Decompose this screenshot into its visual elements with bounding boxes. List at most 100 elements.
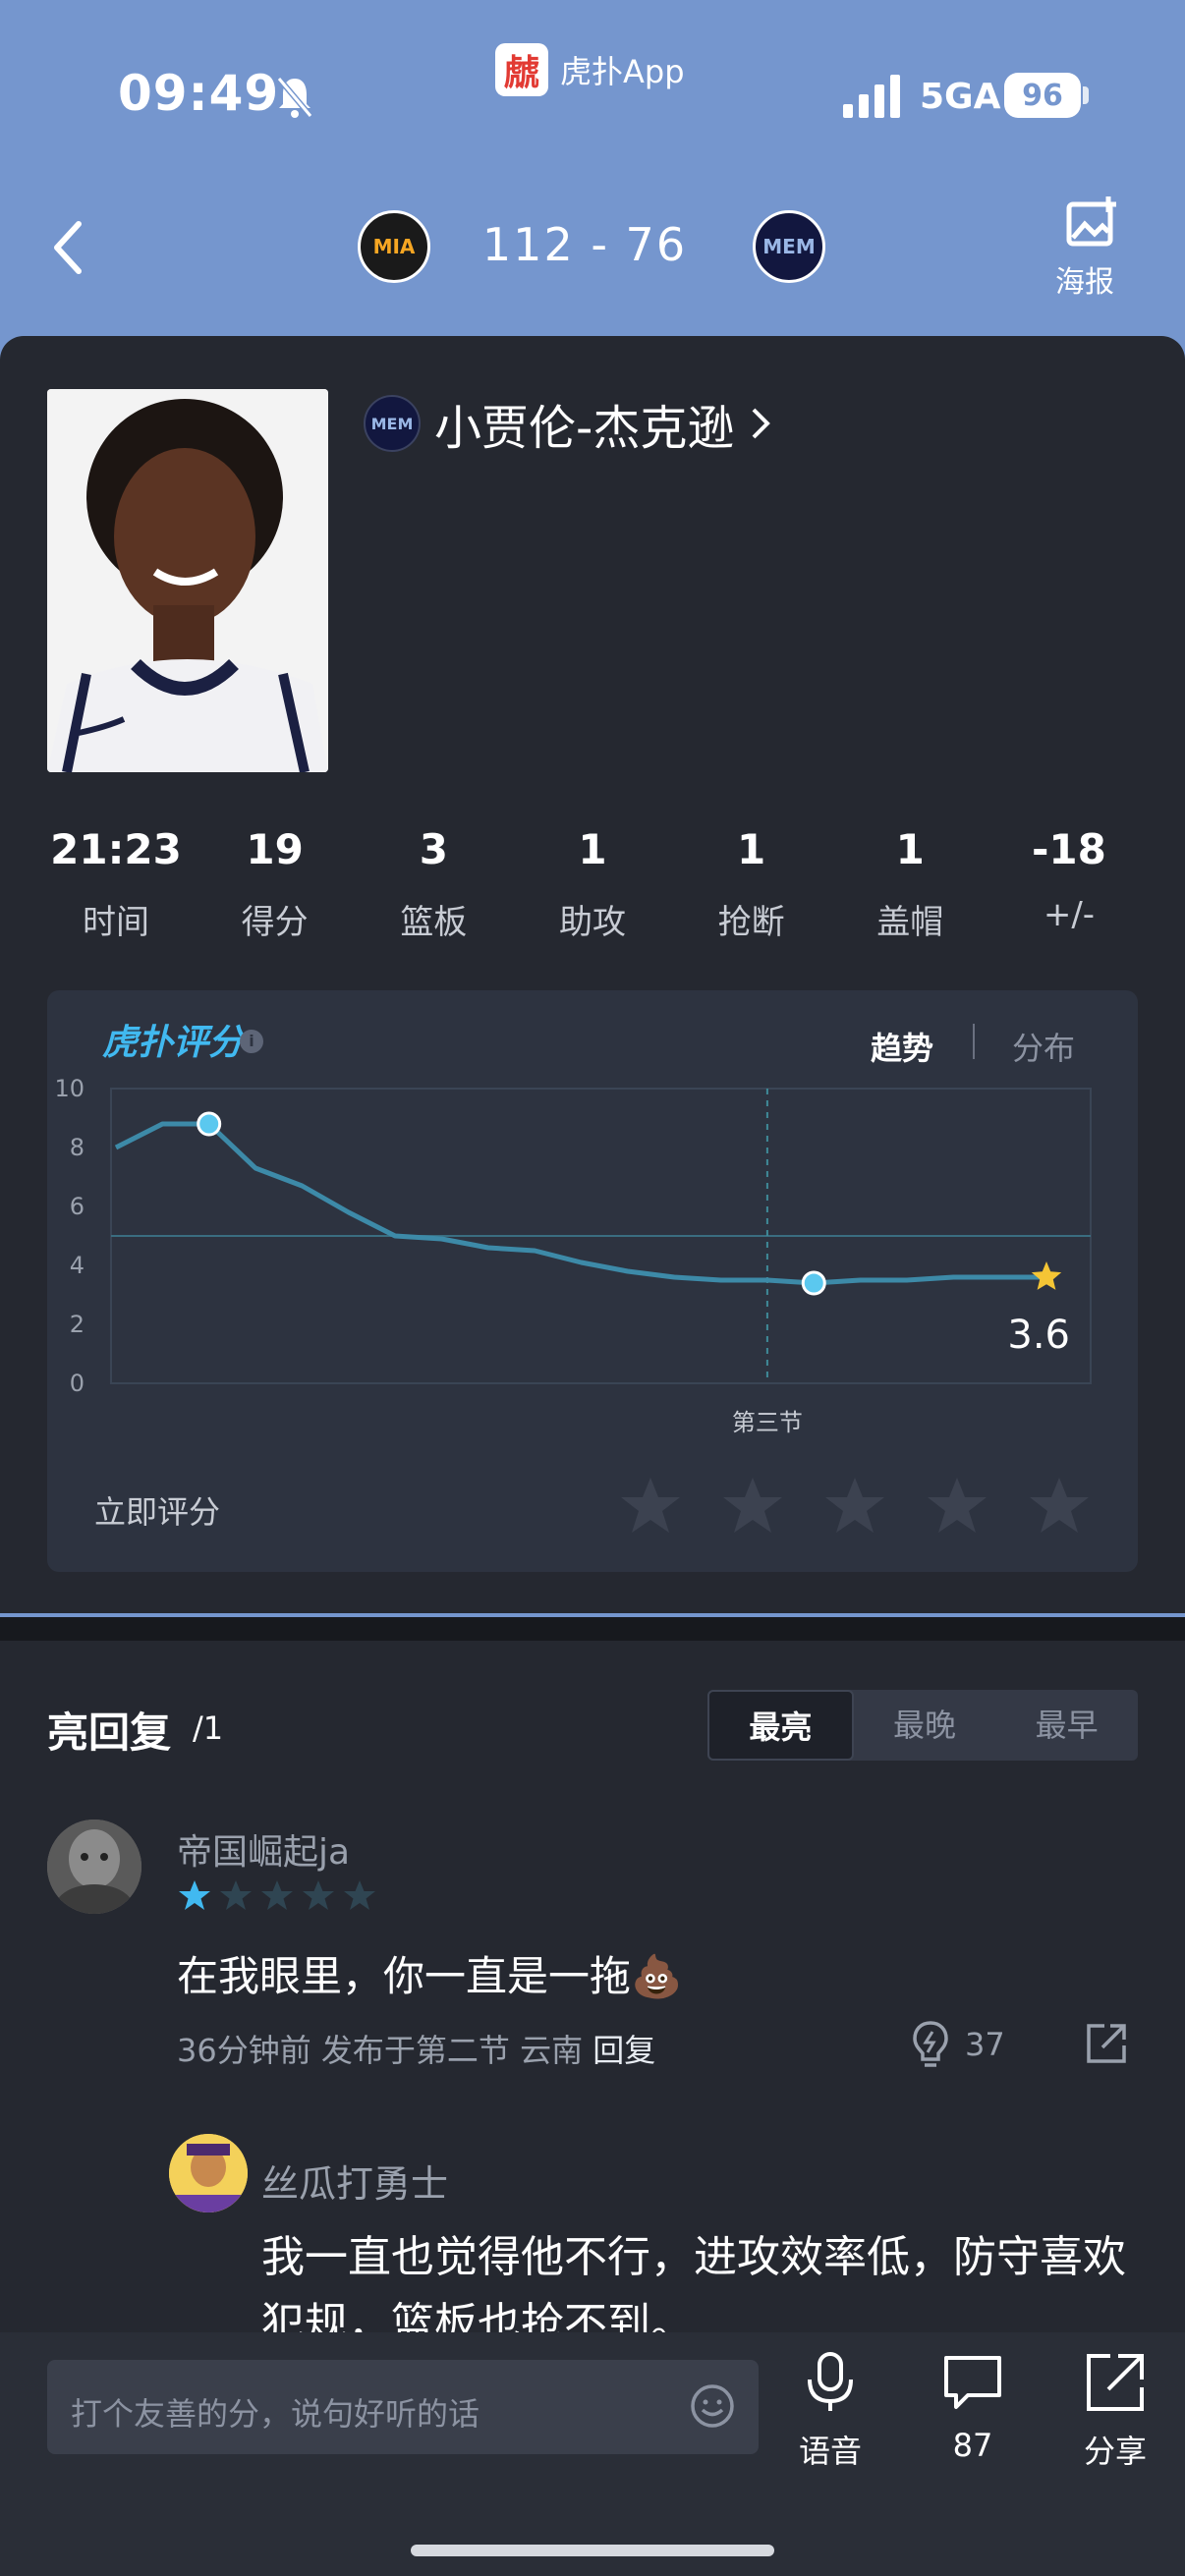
y-tick-label: 6 (70, 1193, 85, 1220)
user-level-stars (177, 1878, 377, 1914)
share-label: 分享 (1083, 2433, 1147, 2470)
highlight-point (801, 1270, 826, 1296)
voice-button[interactable]: 语音 (776, 2350, 884, 2472)
comment-meta-text: 36分钟前 发布于第二节 云南 (177, 2032, 584, 2069)
rate-star-4-icon[interactable] (926, 1474, 988, 1537)
stat-assists: 1 助攻 (524, 825, 661, 943)
light-bulb-icon[interactable] (910, 2020, 951, 2069)
like-count: 37 (965, 2026, 1005, 2063)
sort-earliest[interactable]: 最早 (995, 1690, 1138, 1761)
y-tick-label: 0 (70, 1370, 85, 1397)
stat-label: 篮板 (400, 903, 468, 942)
stat-label: 盖帽 (876, 903, 944, 942)
share-icon (1087, 2354, 1144, 2411)
current-rating-star-icon (1031, 1261, 1062, 1290)
comment-text: 在我眼里，你一直是一拖💩 (177, 1952, 683, 2000)
app-name: 虎扑App (560, 53, 685, 90)
stats-row: 21:23 时间 19 得分 3 篮板 1 助攻 1 抢断 1 盖帽 -18 +/- (47, 825, 1138, 943)
comment-bubble-icon (944, 2356, 1001, 2409)
player-name-link[interactable]: MEM 小贾伦-杰克逊 (364, 389, 773, 458)
poster-label[interactable]: 海报 (1055, 257, 1114, 301)
rating-logo: 虎扑评分 (102, 1023, 245, 1063)
info-icon[interactable]: i (240, 1030, 263, 1053)
stat-label: 时间 (83, 903, 149, 942)
level-star-empty-icon (220, 1880, 252, 1910)
reply-link[interactable]: 回复 (592, 2032, 655, 2069)
section-divider (0, 1617, 1185, 1641)
status-time: 09:49 (118, 65, 280, 122)
level-star-empty-icon (344, 1880, 375, 1910)
comment-username[interactable]: 帝国崛起ja (177, 1823, 350, 1875)
poster-image-icon[interactable] (1063, 195, 1122, 250)
comment-input-placeholder[interactable]: 打个友善的分，说句好听的话 (71, 2389, 480, 2435)
hupu-logo-icon: 虤 (495, 43, 548, 96)
reply-username[interactable]: 丝瓜打勇士 (261, 2154, 448, 2208)
rate-stars[interactable] (619, 1474, 1091, 1537)
tab-distribution[interactable]: 分布 (1012, 1024, 1075, 1069)
comments-title: 亮回复 (47, 1708, 172, 1757)
rate-now-label: 立即评分 (94, 1493, 221, 1531)
share-external-icon[interactable] (1085, 2022, 1128, 2065)
emoji-icon[interactable] (688, 2381, 737, 2431)
stat-value: 1 (895, 825, 925, 873)
sort-latest[interactable]: 最晚 (854, 1690, 996, 1761)
trend-line (114, 1121, 1046, 1286)
stat-value: 1 (578, 825, 607, 873)
stat-plus-minus: -18 +/- (1000, 825, 1138, 943)
voice-label: 语音 (798, 2433, 862, 2470)
stat-value: 1 (737, 825, 766, 873)
home-team-logo[interactable]: MIA (358, 210, 430, 283)
stat-value: 19 (246, 825, 304, 873)
back-arrow-icon[interactable] (49, 218, 88, 277)
player-photo (47, 389, 328, 772)
reply-count: 87 (952, 2427, 993, 2464)
tab-separator (973, 1024, 975, 1059)
signal-icon (843, 75, 900, 118)
network-type: 5GA (920, 77, 1001, 117)
away-team-logo[interactable]: MEM (753, 210, 825, 283)
level-star-empty-icon (303, 1880, 334, 1910)
rate-star-1-icon[interactable] (619, 1474, 682, 1537)
stat-label: 抢断 (717, 903, 785, 942)
y-tick-label: 4 (70, 1252, 85, 1279)
level-star-filled-icon (179, 1880, 210, 1910)
period-marker-label: 第三节 (732, 1409, 803, 1436)
rate-star-3-icon[interactable] (823, 1474, 886, 1537)
y-tick-label: 8 (70, 1134, 85, 1161)
bell-muted-icon (276, 77, 313, 118)
player-name: 小贾伦-杰克逊 (434, 401, 735, 456)
current-rating-value: 3.6 (1007, 1313, 1070, 1358)
stat-value: 3 (419, 825, 448, 873)
stat-value: 21:23 (50, 825, 182, 873)
sort-brightest[interactable]: 最亮 (707, 1690, 854, 1761)
stat-rebounds: 3 篮板 (365, 825, 502, 943)
tab-trend[interactable]: 趋势 (871, 1024, 933, 1069)
player-team-logo: MEM (364, 395, 421, 452)
home-indicator (411, 2545, 774, 2556)
rate-star-5-icon[interactable] (1028, 1474, 1091, 1537)
comment-meta: 36分钟前 发布于第二节 云南 回复 (177, 2026, 655, 2071)
y-tick-label: 2 (70, 1311, 85, 1338)
sort-segmented-control: 最亮 最晚 最早 (707, 1690, 1138, 1761)
stat-label: 得分 (241, 903, 309, 942)
stat-points: 19 得分 (206, 825, 344, 943)
stat-value: -18 (1031, 825, 1106, 873)
battery-tip (1083, 86, 1089, 104)
share-button[interactable]: 分享 (1061, 2350, 1169, 2472)
stat-minutes: 21:23 时间 (47, 825, 185, 943)
stat-label: +/- (1043, 895, 1096, 934)
y-tick-label: 10 (54, 1075, 85, 1102)
chevron-right-icon (752, 408, 771, 439)
app-badge: 虤 虎扑App (495, 43, 685, 96)
microphone-icon (808, 2352, 853, 2411)
stat-steals: 1 抢断 (683, 825, 820, 943)
highlight-point (197, 1111, 222, 1137)
rate-star-2-icon[interactable] (721, 1474, 784, 1537)
stat-blocks: 1 盖帽 (841, 825, 979, 943)
avatar[interactable] (47, 1820, 141, 1914)
reply-count-button[interactable]: 87 (919, 2350, 1027, 2464)
game-score: 112 - 76 (481, 218, 688, 271)
reply-avatar[interactable] (169, 2134, 248, 2212)
rating-trend-chart: 10 8 6 4 2 0 第三节 3.6 (54, 1075, 1092, 1436)
stat-label: 助攻 (558, 903, 626, 942)
